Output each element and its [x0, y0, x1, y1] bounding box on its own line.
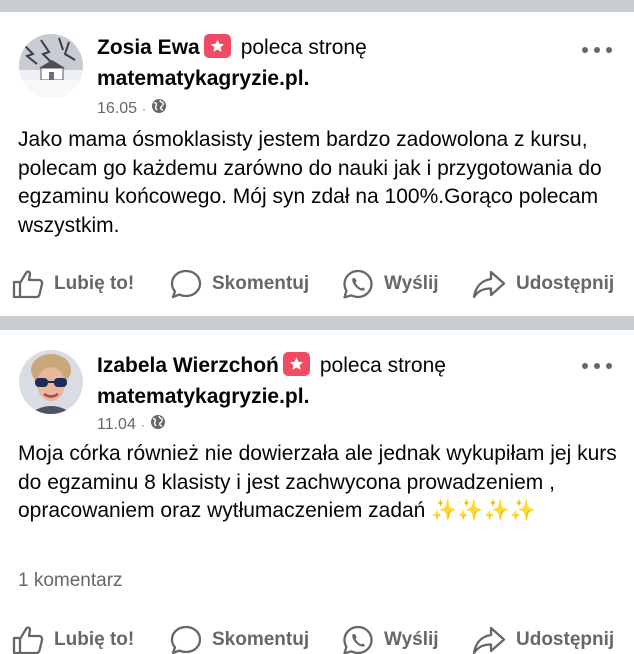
whatsapp-icon: [342, 625, 374, 654]
avatar[interactable]: [19, 34, 83, 98]
post-header: Zosia Ewa poleca stronę: [97, 34, 367, 61]
comment-icon: [170, 625, 202, 654]
like-label: Lubię to!: [54, 273, 135, 294]
comment-button[interactable]: Skomentuj: [170, 620, 309, 654]
more-options-icon[interactable]: [582, 356, 612, 376]
page-link[interactable]: matematykagryzie.pl.: [97, 384, 309, 410]
like-label: Lubię to!: [54, 629, 135, 650]
post-actions: Lubię to! Skomentuj Wyślij Udostępnij: [0, 620, 634, 654]
meta-separator: ·: [142, 102, 147, 116]
send-button[interactable]: Wyślij: [342, 264, 439, 304]
recommendation-post: Izabela Wierzchoń poleca stronę matematyk…: [0, 330, 634, 654]
feed-separator: [0, 316, 634, 330]
share-icon: [472, 625, 506, 654]
more-options-icon[interactable]: [582, 40, 612, 60]
share-button[interactable]: Udostępnij: [472, 264, 614, 304]
send-label: Wyślij: [384, 629, 439, 650]
comment-label: Skomentuj: [212, 273, 310, 294]
page-link[interactable]: matematykagryzie.pl.: [97, 66, 309, 92]
recommend-icon: [203, 34, 231, 58]
post-header: Izabela Wierzchoń poleca stronę: [97, 352, 446, 379]
share-icon: [472, 269, 506, 299]
thumbs-up-icon: [12, 269, 44, 299]
post-meta: 11.04 ·: [97, 414, 166, 436]
post-text: Jako mama ósmoklasisty jestem bardzo zad…: [18, 128, 602, 237]
recommend-text: poleca stronę: [240, 36, 367, 59]
post-meta: 16.05 ·: [97, 98, 167, 120]
like-button[interactable]: Lubię to!: [12, 620, 134, 654]
recommendation-post: Zosia Ewa poleca stronę matematykagryzie.…: [0, 12, 634, 316]
send-label: Wyślij: [384, 273, 439, 294]
thumbs-up-icon: [12, 625, 44, 654]
post-actions: Lubię to! Skomentuj Wyślij Udostępnij: [0, 264, 634, 304]
author-name[interactable]: Izabela Wierzchoń: [97, 354, 279, 377]
comment-icon: [170, 269, 202, 299]
recommend-icon: [282, 352, 310, 376]
comment-label: Skomentuj: [212, 629, 310, 650]
share-button[interactable]: Udostępnij: [472, 620, 614, 654]
avatar[interactable]: [19, 350, 83, 414]
comments-count-link[interactable]: 1 komentarz: [18, 570, 123, 592]
whatsapp-icon: [342, 269, 374, 299]
like-button[interactable]: Lubię to!: [12, 264, 134, 304]
globe-icon: [150, 414, 166, 436]
share-label: Udostępnij: [516, 273, 615, 294]
post-date[interactable]: 11.04: [97, 415, 136, 435]
post-text: Moja córka również nie dowierzała ale je…: [18, 442, 617, 522]
send-button[interactable]: Wyślij: [342, 620, 439, 654]
author-name[interactable]: Zosia Ewa: [97, 36, 200, 59]
recommend-text: poleca stronę: [319, 354, 446, 377]
meta-separator: ·: [140, 418, 145, 432]
share-label: Udostępnij: [516, 629, 615, 650]
post-date[interactable]: 16.05: [97, 99, 137, 119]
comment-button[interactable]: Skomentuj: [170, 264, 309, 304]
globe-icon: [151, 98, 167, 120]
feed-separator: [0, 0, 634, 12]
